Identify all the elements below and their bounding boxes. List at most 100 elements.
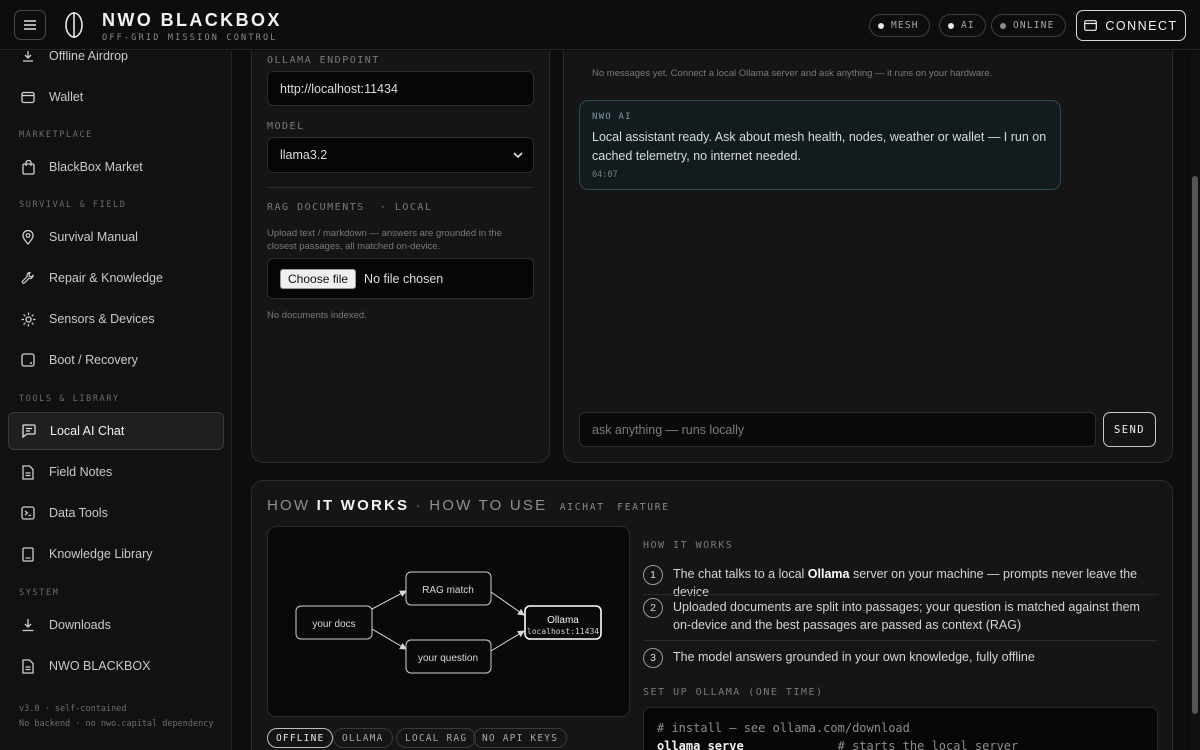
disk-icon xyxy=(20,352,36,368)
sidebar-item-label: Survival Manual xyxy=(49,230,138,244)
rag-hint: Upload text / markdown — answers are gro… xyxy=(267,228,502,252)
steps-title: HOW IT WORKS xyxy=(643,540,734,551)
chevron-down-icon xyxy=(513,152,523,159)
step-text: Uploaded documents are split into passag… xyxy=(673,600,1140,632)
model-select[interactable]: llama3.2 xyxy=(267,137,534,173)
download-icon xyxy=(20,617,36,633)
chip-no-api-keys: NO API KEYS xyxy=(473,728,568,748)
step-number: 3 xyxy=(643,648,663,668)
sidebar-item-data-tools[interactable]: Data Tools xyxy=(8,494,224,532)
main-content: OLLAMA ENDPOINT http://localhost:11434 M… xyxy=(233,51,1188,750)
sidebar-item-wallet[interactable]: Wallet xyxy=(8,78,224,116)
endpoint-input[interactable]: http://localhost:11434 xyxy=(267,71,534,106)
no-file-text: No file chosen xyxy=(364,271,444,286)
logo-icon xyxy=(65,12,83,38)
sidebar-item-label: Field Notes xyxy=(49,465,113,479)
sidebar-item-label: Wallet xyxy=(49,90,84,104)
chip-local-rag: LOCAL RAG xyxy=(396,728,477,748)
section-title-tools: TOOLS & LIBRARY xyxy=(19,394,120,404)
online-status-pill[interactable]: ONLINE xyxy=(991,14,1066,37)
sidebar-item-label: Sensors & Devices xyxy=(49,312,155,326)
message-time: 04:07 xyxy=(592,170,618,180)
flow-diagram-svg: your docs RAG match your question Ollama… xyxy=(295,571,602,674)
page-scrollbar[interactable] xyxy=(1190,51,1200,750)
how-tag-feature: FEATURE xyxy=(617,502,670,513)
status-dot-icon xyxy=(878,22,884,29)
menu-button[interactable] xyxy=(14,10,46,40)
how-title-sep: · xyxy=(415,497,423,514)
terminal-icon xyxy=(20,505,36,521)
node-question-label: your question xyxy=(418,653,478,664)
rag-tag: · LOCAL xyxy=(379,202,433,213)
node-ollama-label: Ollama xyxy=(547,615,579,626)
how-tag-aichat: AICHAT xyxy=(559,502,605,513)
section-title-marketplace: MARKETPLACE xyxy=(19,130,93,140)
sidebar-item-label: Downloads xyxy=(49,618,111,632)
sidebar-item-offline-airdrop[interactable]: Offline Airdrop xyxy=(8,51,224,75)
step-text-bold: Ollama xyxy=(807,567,850,581)
message-text: Local assistant ready. Ask about mesh he… xyxy=(592,130,1047,163)
step-number: 2 xyxy=(643,598,663,618)
chat-empty-note: No messages yet. Connect a local Ollama … xyxy=(592,68,993,79)
no-docs-text: No documents indexed. xyxy=(267,310,367,321)
map-pin-icon xyxy=(20,229,36,245)
sidebar-version: v3.0 · self-contained xyxy=(19,704,127,714)
choose-file-button[interactable]: Choose file xyxy=(280,268,357,289)
chip-offline: OFFLINE xyxy=(267,728,334,748)
ai-status-pill[interactable]: AI xyxy=(939,14,986,37)
send-button[interactable]: SEND xyxy=(1103,412,1156,447)
sidebar-item-label: Knowledge Library xyxy=(49,547,153,561)
model-label: MODEL xyxy=(267,121,305,132)
setup-title: SET UP OLLAMA (ONE TIME) xyxy=(643,687,824,698)
top-bar: NWO BLACKBOX OFF-GRID MISSION CONTROL ME… xyxy=(0,0,1200,50)
sidebar-item-boot-recovery[interactable]: Boot / Recovery xyxy=(8,341,224,379)
sidebar-item-label: BlackBox Market xyxy=(49,160,143,174)
rag-label-text: RAG DOCUMENTS xyxy=(267,202,365,213)
sidebar-item-repair-knowledge[interactable]: Repair & Knowledge xyxy=(8,259,224,297)
setup-code-block: # install — see ollama.com/download olla… xyxy=(643,707,1158,750)
mesh-status-pill[interactable]: MESH xyxy=(869,14,930,37)
assistant-message: NWO AI Local assistant ready. Ask about … xyxy=(579,100,1061,190)
connect-button[interactable]: CONNECT xyxy=(1076,10,1186,41)
sidebar-item-local-ai-chat[interactable]: Local AI Chat xyxy=(8,412,224,450)
sidebar-item-label: Local AI Chat xyxy=(50,424,125,438)
how-title-b: IT WORKS xyxy=(316,497,410,514)
node-ollama-sub: localhost:11434 xyxy=(527,627,599,636)
step-text-pre: The chat talks to a local xyxy=(673,567,808,581)
brand-title: NWO BLACKBOX xyxy=(102,10,282,30)
rag-label: RAG DOCUMENTS · LOCAL xyxy=(267,202,432,213)
step-text: The chat talks to a local Ollama server … xyxy=(673,565,1158,601)
brand-subtitle: OFF-GRID MISSION CONTROL xyxy=(102,33,278,43)
status-dot-icon xyxy=(1000,22,1006,29)
message-sender: NWO AI xyxy=(592,112,632,122)
how-title: HOW IT WORKS · HOW TO USE AICHAT FEATURE xyxy=(267,497,670,514)
endpoint-label: OLLAMA ENDPOINT xyxy=(267,55,380,66)
sidebar-item-label: Data Tools xyxy=(49,506,108,520)
code-command: ollama serve xyxy=(657,739,744,750)
hamburger-icon xyxy=(24,20,36,30)
step-divider xyxy=(643,640,1158,641)
sidebar-item-label: NWO BLACKBOX xyxy=(49,659,151,673)
sidebar-item-nwo-blackbox[interactable]: NWO BLACKBOX xyxy=(8,647,224,685)
sidebar-item-downloads[interactable]: Downloads xyxy=(8,606,224,644)
scrollbar-thumb[interactable] xyxy=(1192,176,1198,714)
step-1: 1 The chat talks to a local Ollama serve… xyxy=(643,565,1158,601)
chat-input[interactable]: ask anything — runs locally xyxy=(579,412,1096,447)
sidebar-item-field-notes[interactable]: Field Notes xyxy=(8,453,224,491)
file-input[interactable]: Choose file No file chosen xyxy=(267,258,534,299)
step-3: 3 The model answers grounded in your own… xyxy=(643,648,1158,668)
sidebar-item-survival-manual[interactable]: Survival Manual xyxy=(8,218,224,256)
step-number: 1 xyxy=(643,565,663,585)
pill-label: ONLINE xyxy=(1013,20,1055,31)
how-title-a: HOW xyxy=(267,497,311,514)
sidebar-item-sensors-devices[interactable]: Sensors & Devices xyxy=(8,300,224,338)
wrench-icon xyxy=(20,270,36,286)
wallet-icon xyxy=(20,89,36,105)
sidebar-item-label: Repair & Knowledge xyxy=(49,271,163,285)
sidebar: Offline Airdrop Wallet MARKETPLACE Black… xyxy=(0,51,232,750)
code-inline-comment: # starts the local server xyxy=(837,739,1019,750)
sidebar-footer-note: No backend · no nwo.capital dependency xyxy=(19,719,214,729)
sidebar-item-knowledge-library[interactable]: Knowledge Library xyxy=(8,535,224,573)
sidebar-item-label: Boot / Recovery xyxy=(49,353,138,367)
sidebar-item-blackbox-market[interactable]: BlackBox Market xyxy=(8,148,224,186)
